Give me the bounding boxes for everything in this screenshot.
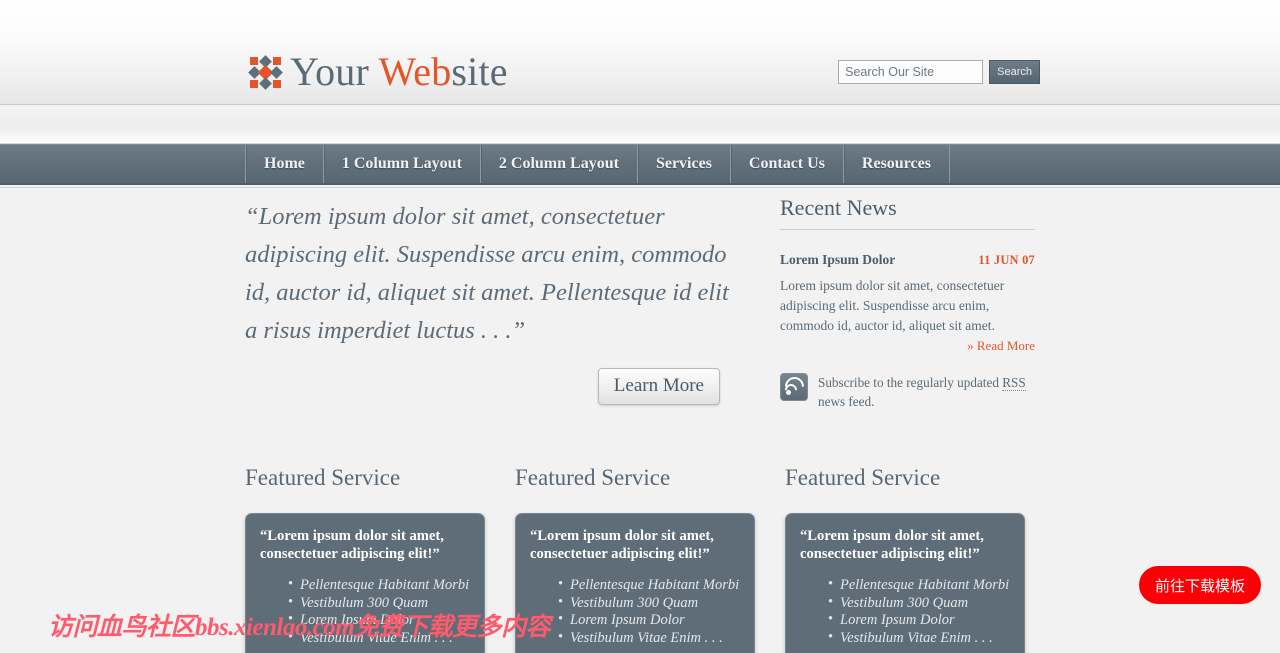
site-header: Your Website Search [0,0,1280,105]
download-template-button[interactable]: 前往下载模板 [1139,566,1261,604]
news-item-title[interactable]: Lorem Ipsum Dolor [780,252,895,268]
featured-service-heading: Featured Service [785,465,941,490]
featured-service-quote: “Lorem ipsum dolor sit amet, consectetue… [530,528,714,562]
list-item: Pellentesque Habitant Morbi [558,576,740,595]
rss-text-after: news feed. [818,394,875,409]
site-logo[interactable]: Your Website [248,52,508,92]
news-item-body: Lorem ipsum dolor sit amet, consectetuer… [780,278,1005,333]
list-item: Vestibulum 300 Quam [828,594,1010,613]
hero-quote: “Lorem ipsum dolor sit amet, consectetue… [245,203,729,344]
featured-service-heading: Featured Service [515,465,671,490]
recent-news-heading: Recent News [780,195,1035,230]
nav-item-2-column-layout[interactable]: 2 Column Layout [479,145,637,183]
featured-service-list: Pellentesque Habitant Morbi Vestibulum 3… [558,576,740,648]
list-item: Lorem Ipsum Dolor [828,611,1010,630]
sidebar: Recent News Lorem Ipsum Dolor 11 JUN 07 … [755,195,1035,411]
logo-text-your: Your [290,49,379,94]
list-item: Vestibulum Vitae Enim . . . [558,629,740,648]
list-item: Pellentesque Habitant Morbi [288,576,470,595]
featured-service-box: “Lorem ipsum dolor sit amet, consectetue… [515,513,755,653]
rss-subscribe-text: Subscribe to the regularly updated RSS n… [818,373,1035,411]
nav-end-divider [948,145,950,183]
nav-item-resources[interactable]: Resources [842,145,949,183]
nav-items-container: Home 1 Column Layout 2 Column Layout Ser… [245,145,1035,183]
featured-service-list: Pellentesque Habitant Morbi Vestibulum 3… [828,576,1010,648]
site-watermark: 访问血鸟社区bbs.xienlao.com免费下载更多内容 [48,614,551,641]
read-more-link[interactable]: » Read More [780,338,1035,354]
site-logo-text: Your Website [290,52,508,92]
featured-service-box: “Lorem ipsum dolor sit amet, consectetue… [785,513,1025,653]
nav-item-1-column-layout[interactable]: 1 Column Layout [322,145,480,183]
page-content: “Lorem ipsum dolor sit amet, consectetue… [245,185,1035,653]
logo-text-web: Web [378,49,452,94]
news-item-header: Lorem Ipsum Dolor 11 JUN 07 [780,252,1035,268]
search-input[interactable] [838,60,984,84]
featured-service-quote: “Lorem ipsum dolor sit amet, consectetue… [800,528,984,562]
main-column: “Lorem ipsum dolor sit amet, consectetue… [245,195,755,411]
decorative-diamond-grid-icon [248,54,283,90]
featured-service-heading: Featured Service [245,465,401,490]
logo-text-site: site [451,49,508,94]
featured-service-3: Featured Service “Lorem ipsum dolor sit … [785,465,1025,653]
featured-service-quote: “Lorem ipsum dolor sit amet, consectetue… [260,528,444,562]
featured-service-2: Featured Service “Lorem ipsum dolor sit … [515,465,755,653]
two-column-layout: “Lorem ipsum dolor sit amet, consectetue… [245,195,1035,411]
list-item: Lorem Ipsum Dolor [558,611,740,630]
site-search: Search [838,60,1040,84]
header-inner: Your Website Search [245,0,1040,104]
rss-text-before: Subscribe to the regularly updated [818,375,1003,390]
nav-item-contact-us[interactable]: Contact Us [729,145,843,183]
nav-item-services[interactable]: Services [636,145,730,183]
list-item: Pellentesque Habitant Morbi [828,576,1010,595]
search-button[interactable]: Search [989,60,1040,84]
main-navigation: Home 1 Column Layout 2 Column Layout Ser… [0,144,1280,188]
rss-abbr: RSS [1002,375,1026,391]
rss-subscribe-block: Subscribe to the regularly updated RSS n… [780,373,1035,411]
news-item-date: 11 JUN 07 [978,253,1035,267]
list-item: Vestibulum 300 Quam [558,594,740,613]
list-item: Vestibulum Vitae Enim . . . [828,629,1010,648]
hero-button-row: Learn More [245,368,735,405]
header-secondary-band [0,105,1280,144]
hero-learn-more-button[interactable]: Learn More [597,368,720,405]
nav-item-home[interactable]: Home [245,145,323,183]
rss-feed-icon[interactable] [780,373,808,401]
